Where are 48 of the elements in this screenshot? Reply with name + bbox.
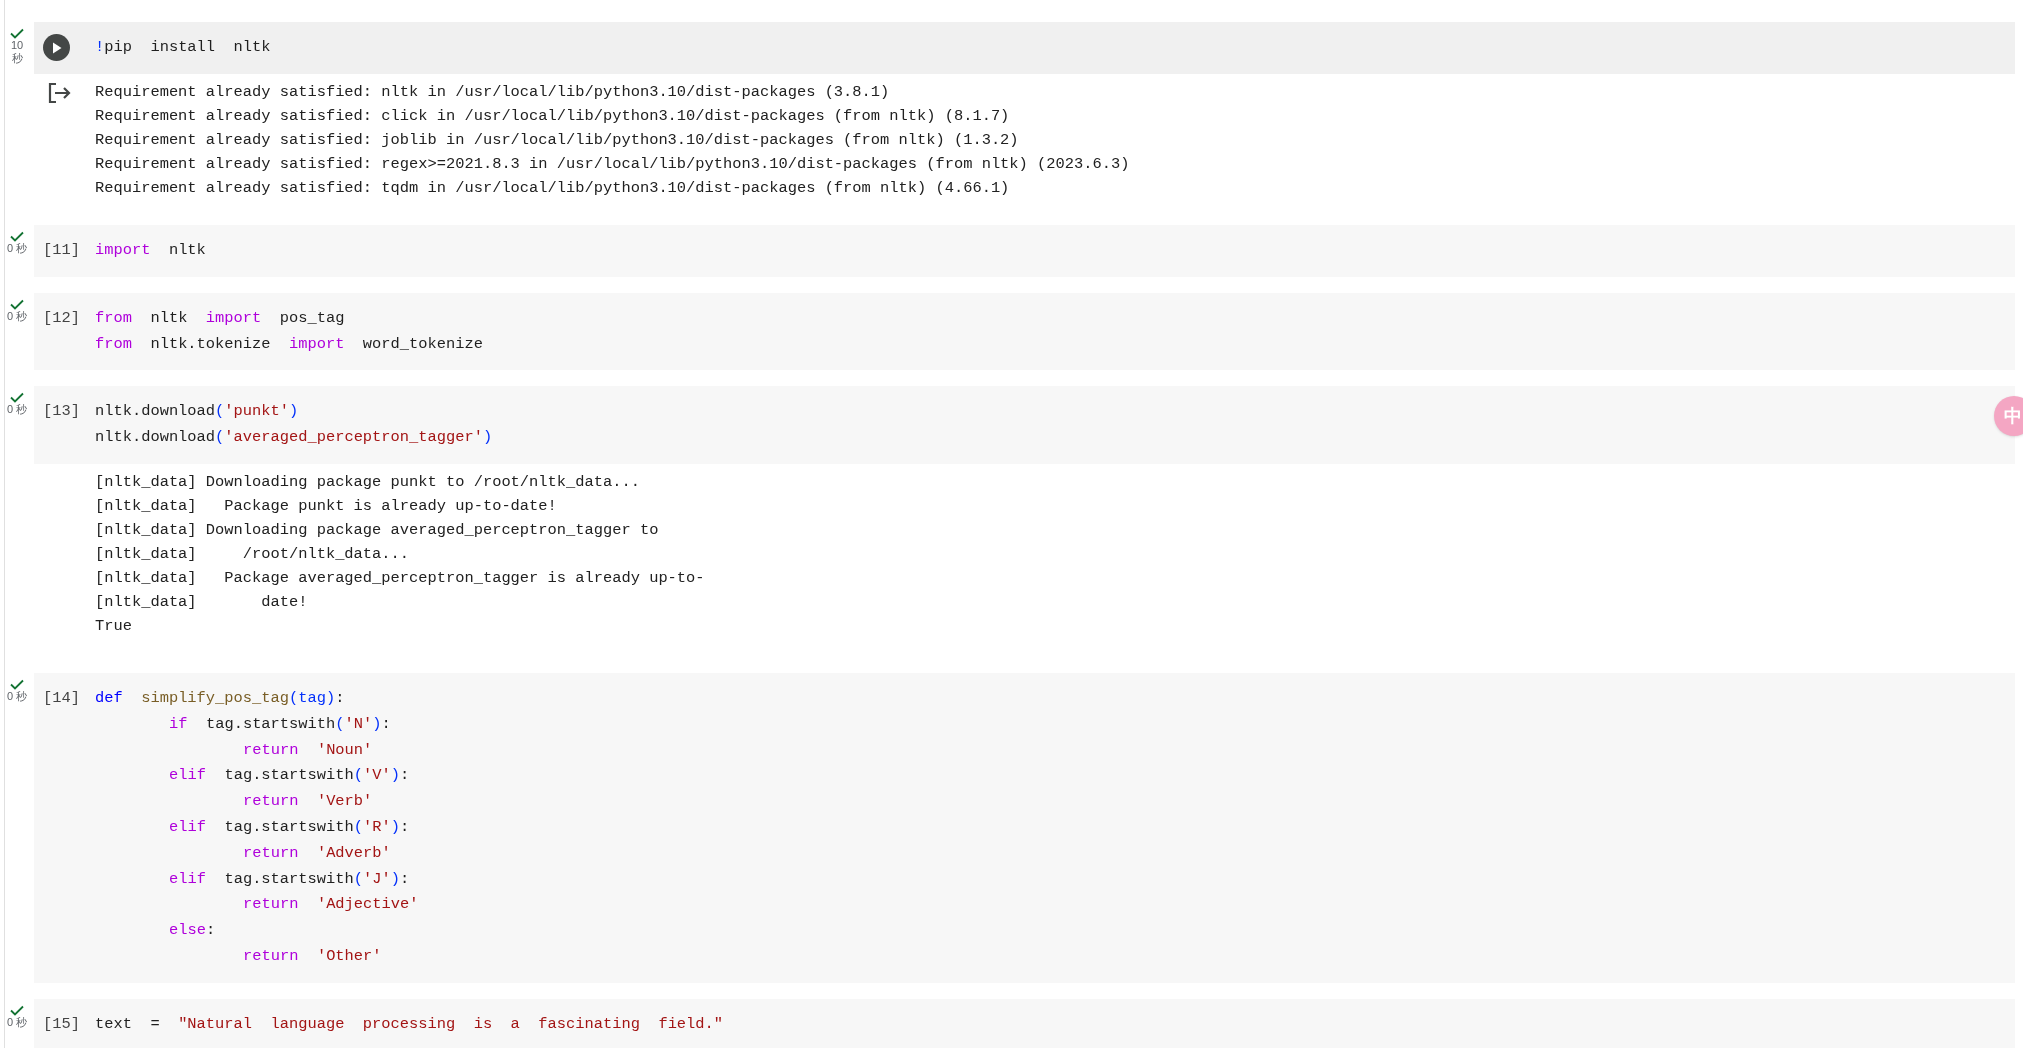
code-line: def simplify_pos_tag(tag): <box>95 688 346 709</box>
run-duration: 0 秒 <box>6 403 28 417</box>
output-line: Requirement already satisfied: nltk in /usr/local/lib/python3.10/dist-packages (3.8.1) <box>95 82 891 103</box>
execution-count: [14] <box>43 688 80 709</box>
output-line: [nltk_data] Package punkt is already up-to-date! <box>95 496 558 517</box>
code-line: elif tag.startswith('R'): <box>169 816 411 838</box>
run-duration: 0 秒 <box>6 309 28 323</box>
execution-count: [11] <box>43 240 80 261</box>
code-line: return 'Verb' <box>243 791 374 813</box>
code-line: import nltk <box>95 240 206 261</box>
output-line: [nltk_data] Downloading package punkt to /root/nltk_data... <box>95 472 641 493</box>
code-line: return 'Adjective' <box>243 894 419 916</box>
code-line: return 'Noun' <box>243 739 374 761</box>
code-line: elif tag.startswith('V'): <box>169 765 411 787</box>
execution-count: [13] <box>43 401 80 423</box>
play-icon <box>51 41 62 54</box>
code-line: elif tag.startswith('J'): <box>169 868 411 890</box>
execution-count: [12] <box>43 307 80 329</box>
output-line: Requirement already satisfied: regex>=2021.8.3 in /usr/local/lib/python3.10/dist-packages (from nltk) (2023.6.3) <box>95 154 1130 175</box>
code-line: nltk.download('averaged_perceptron_tagger') <box>95 427 493 449</box>
output-line: [nltk_data] date! <box>95 592 309 613</box>
output-line: Requirement already satisfied: click in /usr/local/lib/python3.10/dist-packages (from nltk) (8.1.7) <box>95 106 1011 127</box>
run-button[interactable] <box>43 34 70 61</box>
code-line: return 'Other' <box>243 945 383 967</box>
code-line: from nltk import pos_tag <box>95 307 346 329</box>
code-line: from nltk.tokenize import word_tokenize <box>95 333 483 355</box>
code-cell[interactable]: [12] from nltk import pos_tag from nltk.tokenize import word_tokenize <box>34 292 2015 371</box>
output-icon[interactable] <box>47 82 71 104</box>
output-line: Requirement already satisfied: joblib in /usr/local/lib/python3.10/dist-packages (from nltk) (1.3.2) <box>95 130 1020 151</box>
output-line: [nltk_data] /root/nltk_data... <box>95 544 411 565</box>
code-line: nltk.download('punkt') <box>95 401 300 423</box>
code-line: else: <box>169 920 217 942</box>
run-duration: 0 秒 <box>6 690 28 703</box>
run-duration: 10 秒 <box>9 39 25 65</box>
code-line: return 'Adverb' <box>243 842 392 864</box>
code-cell[interactable]: [11] import nltk <box>34 225 2015 277</box>
code-line: if tag.startswith('N'): <box>169 713 392 735</box>
code-line: text = "Natural language processing is a fascinating field." <box>95 1013 724 1035</box>
run-duration: 0 秒 <box>6 242 28 255</box>
output-line: [nltk_data] Downloading package averaged_perceptron_tagger to <box>95 520 660 541</box>
output-line: [nltk_data] Package averaged_perceptron_tagger is already up-to- <box>95 568 705 589</box>
code-cell[interactable]: !pip install nltk <box>34 22 2015 74</box>
code-cell[interactable]: [15] text = "Natural language processing is a fascinating field." <box>34 998 2015 1048</box>
code-line: !pip install nltk <box>95 37 271 58</box>
output-line: True <box>95 616 133 637</box>
output-line: Requirement already satisfied: tqdm in /usr/local/lib/python3.10/dist-packages (from nltk) (4.66.1) <box>95 178 1011 199</box>
run-duration: 0 秒 <box>6 1015 28 1029</box>
execution-count: [15] <box>43 1013 80 1035</box>
